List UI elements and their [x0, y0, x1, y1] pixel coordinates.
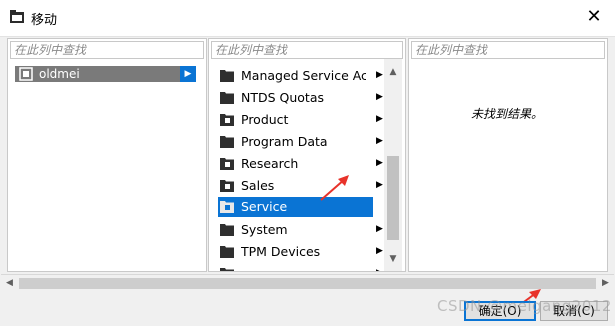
organizational-unit-icon [220, 201, 234, 213]
scroll-left-icon[interactable]: ◀ [1, 275, 18, 292]
chevron-right-icon[interactable]: ▶ [376, 180, 383, 190]
organizational-unit-icon [19, 67, 33, 81]
chevron-right-icon[interactable]: ▶ [376, 92, 383, 102]
chevron-right-icon[interactable]: ▶ [376, 246, 383, 256]
list-item-tpm-devices[interactable]: TPM Devices ▶ [218, 242, 383, 262]
scroll-down-icon[interactable]: ▼ [384, 252, 402, 266]
window-title: 移动 [31, 13, 58, 28]
list-item-label: Product [241, 112, 289, 127]
chevron-right-icon[interactable]: ▶ [180, 66, 196, 82]
organizational-unit-icon [220, 114, 234, 126]
list-item-label: System [241, 222, 288, 237]
column-1-search-input[interactable] [10, 41, 204, 59]
organizational-unit-icon [220, 180, 234, 192]
organizational-unit-icon [220, 158, 234, 170]
list-item-label: oldmei [39, 67, 80, 81]
list-item-system[interactable]: System ▶ [218, 220, 383, 240]
title-bar: 移动 ✕ [0, 0, 615, 36]
list-item-program-data[interactable]: Program Data ▶ [218, 132, 383, 152]
list-item-label: Managed Service Accounts [241, 68, 366, 83]
column-2-scrollbar[interactable]: ▲ ▼ [384, 59, 402, 271]
chevron-right-icon[interactable]: ▶ [376, 136, 383, 146]
folder-icon [220, 92, 234, 104]
column-1: oldmei ▶ [7, 38, 207, 272]
chevron-right-icon[interactable]: ▶ [376, 268, 383, 271]
list-item-managed-service-accounts[interactable]: Managed Service Accounts ▶ [218, 66, 383, 86]
list-item-partial[interactable]: ▶ [218, 264, 383, 271]
column-3-search-input[interactable] [411, 41, 605, 59]
chevron-right-icon[interactable]: ▶ [376, 70, 383, 80]
list-item-label: Research [241, 156, 299, 171]
scroll-right-icon[interactable]: ▶ [597, 275, 614, 292]
folder-icon [220, 224, 234, 236]
scrollbar-thumb[interactable] [387, 156, 399, 240]
close-icon[interactable]: ✕ [579, 5, 609, 29]
list-item-label: NTDS Quotas [241, 90, 325, 105]
list-item-label: Program Data [241, 134, 328, 149]
column-2: Managed Service Accounts ▶ NTDS Quotas ▶… [208, 38, 406, 272]
watermark: CSDN @meigang2012 [437, 297, 612, 315]
folder-icon [220, 70, 234, 82]
window-icon [10, 10, 24, 23]
scroll-up-icon[interactable]: ▲ [384, 65, 402, 79]
column-3: 未找到结果。 [408, 38, 608, 272]
no-results-text: 未找到结果。 [471, 107, 544, 121]
folder-icon [220, 268, 234, 271]
list-item-product[interactable]: Product ▶ [218, 110, 383, 130]
folder-icon [220, 136, 234, 148]
folder-icon [220, 246, 234, 258]
column-2-search-input[interactable] [211, 41, 403, 59]
chevron-right-icon[interactable]: ▶ [376, 158, 383, 168]
list-item-research[interactable]: Research ▶ [218, 154, 383, 174]
chevron-right-icon[interactable]: ▶ [376, 224, 383, 234]
list-item-ntds-quotas[interactable]: NTDS Quotas ▶ [218, 88, 383, 108]
annotation-arrow-icon [320, 175, 349, 201]
chevron-right-icon[interactable]: ▶ [376, 114, 383, 124]
list-item-oldmei[interactable]: oldmei ▶ [15, 66, 196, 82]
list-item-label: TPM Devices [241, 244, 321, 259]
